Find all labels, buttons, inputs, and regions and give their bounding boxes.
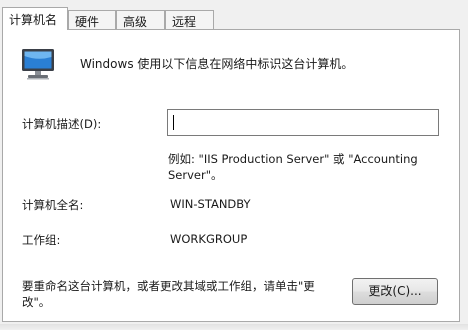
tab-remote[interactable]: 远程: [165, 10, 214, 29]
tab-computer-name[interactable]: 计算机名: [2, 7, 68, 30]
computer-monitor-icon: [18, 47, 58, 84]
description-example-line1: 例如: "IIS Production Server" 或 "Accountin…: [168, 152, 418, 166]
workgroup-label: 工作组:: [22, 233, 61, 247]
tab-remote-label: 远程: [172, 15, 197, 29]
description-example-line2: Server"。: [168, 168, 223, 182]
tab-hardware[interactable]: 硬件: [68, 10, 116, 29]
tab-hardware-label: 硬件: [75, 15, 100, 29]
text-caret: [173, 115, 174, 130]
window-bottom-edge: [0, 324, 468, 330]
full-name-value: WIN-STANDBY: [170, 197, 251, 211]
rename-text-line1: 要重命名这台计算机，或者更改其域或工作组，请单击"更: [22, 279, 315, 293]
computer-description-input[interactable]: [167, 109, 439, 136]
tab-computer-name-label: 计算机名: [9, 13, 58, 27]
description-label: 计算机描述(D):: [22, 117, 102, 131]
rename-text-line2: 改"。: [22, 295, 51, 309]
workgroup-value: WORKGROUP: [170, 232, 248, 246]
change-button-label: 更改(C)...: [368, 284, 422, 298]
full-name-label: 计算机全名:: [22, 198, 84, 212]
change-button[interactable]: 更改(C)...: [352, 278, 438, 305]
tab-advanced-label: 高级: [123, 15, 148, 29]
info-text: Windows 使用以下信息在网络中标识这台计算机。: [80, 57, 354, 71]
tab-strip: 计算机名 硬件 高级 远程: [2, 7, 462, 30]
tab-advanced[interactable]: 高级: [116, 10, 165, 29]
